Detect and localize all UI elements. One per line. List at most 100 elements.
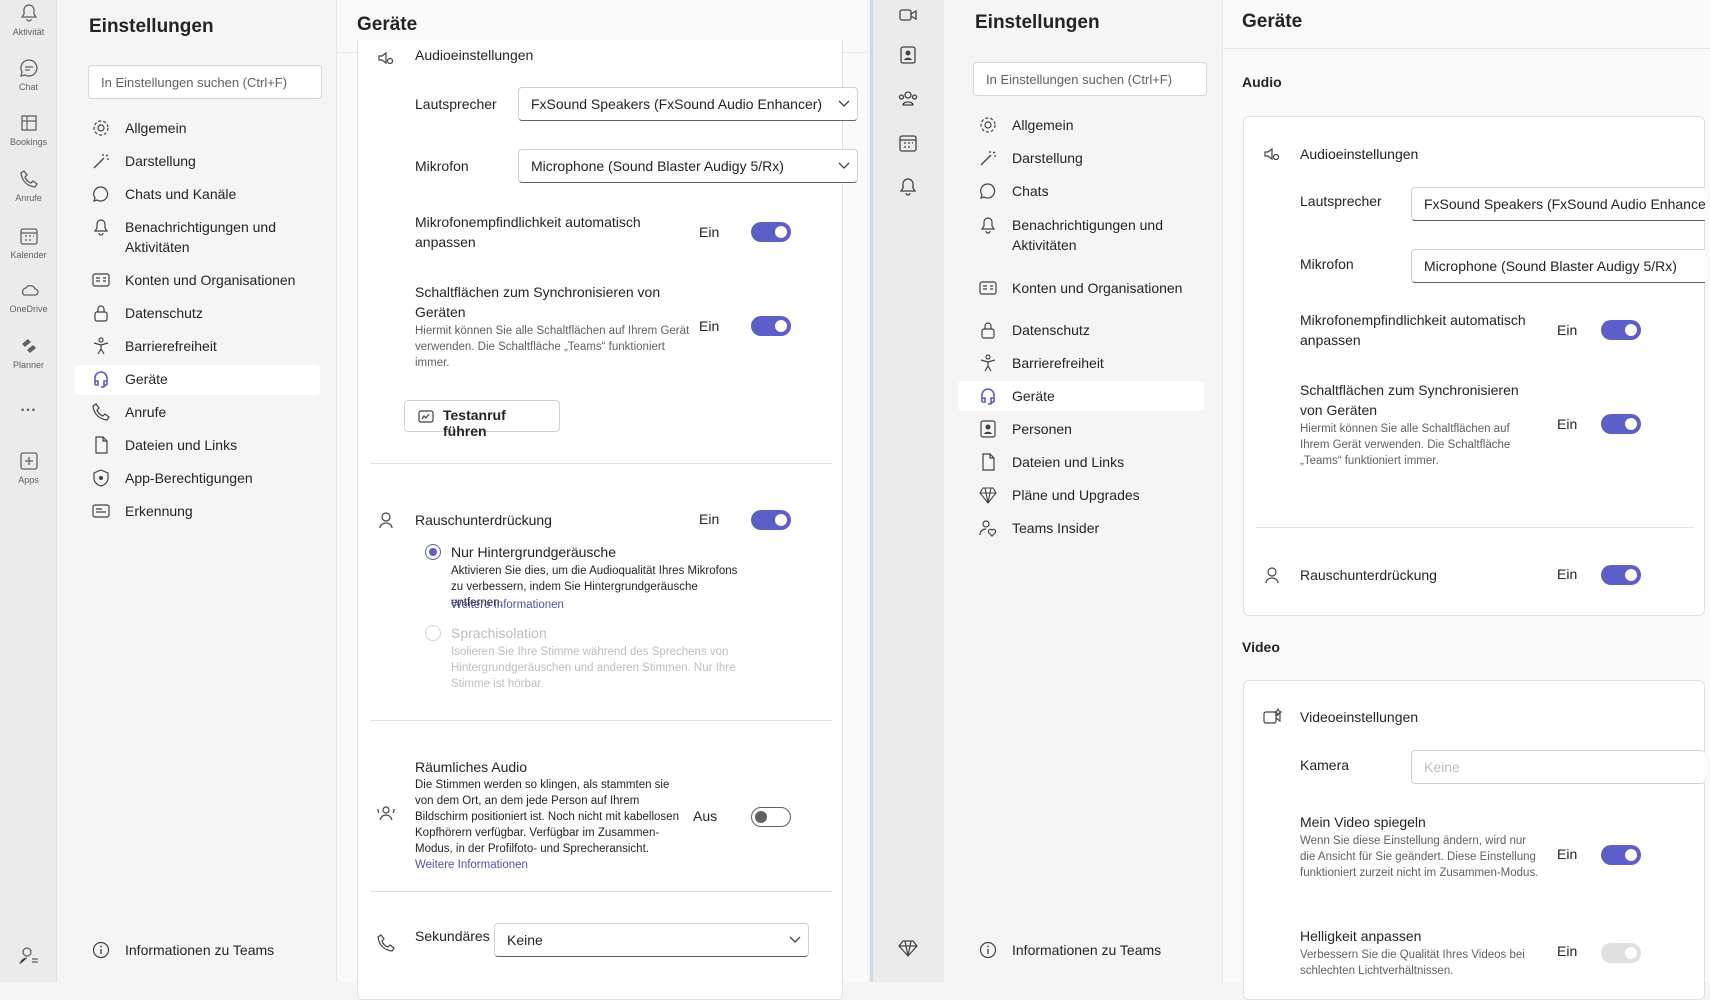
- secondary-ringer-dropdown[interactable]: Keine: [494, 923, 809, 957]
- test-call-icon: [418, 410, 434, 423]
- more-apps-icon[interactable]: ...: [0, 398, 57, 416]
- secondary-ringer-label: Sekundäres: [415, 928, 490, 944]
- speaker-value: FxSound Speakers (FxSound Audio Enhancer…: [531, 96, 823, 112]
- brightness-toggle[interactable]: [1601, 943, 1641, 963]
- contacts-icon[interactable]: [897, 44, 919, 66]
- nav-item-geraete[interactable]: Geräte: [958, 381, 1204, 411]
- sync-toggle[interactable]: [751, 316, 791, 336]
- nav-item-konten[interactable]: Konten und Organisationen: [91, 270, 306, 290]
- mic-dropdown[interactable]: Microphone (Sound Blaster Audigy 5/Rx): [1411, 249, 1705, 283]
- noise-state: Ein: [699, 511, 720, 527]
- brightness-state: Ein: [1557, 943, 1578, 959]
- mirror-toggle[interactable]: [1601, 845, 1641, 865]
- chat-icon: [980, 183, 996, 199]
- settings-title: Einstellungen: [89, 16, 214, 37]
- rail-calendar[interactable]: Kalender: [0, 225, 57, 260]
- nav-item-benachrichtigungen[interactable]: Benachrichtigungen und Aktivitäten: [91, 217, 306, 257]
- nav-item-allgemein[interactable]: Allgemein: [91, 118, 306, 138]
- spatial-audio-icon: [377, 806, 395, 821]
- rail-calls[interactable]: Anrufe: [0, 168, 57, 203]
- page-title: Geräte: [357, 14, 418, 35]
- noise-suppression-icon: [379, 512, 393, 529]
- nav-item-konten[interactable]: Konten und Organisationen: [978, 278, 1208, 298]
- sync-buttons-label: Schaltflächen zum Synchronisieren von Ge…: [415, 284, 661, 320]
- nav-item-erkennung[interactable]: Erkennung: [91, 501, 306, 521]
- nav-item-label: App-Berechtigungen: [125, 470, 253, 486]
- brightness-label: Helligkeit anpassen: [1300, 928, 1422, 944]
- about-teams-link[interactable]: Informationen zu Teams: [978, 940, 1208, 960]
- devices-page-left: Geräte Audioeinstellungen Lautsprecher F…: [337, 0, 867, 1000]
- nav-item-label: Konten und Organisationen: [1012, 280, 1183, 296]
- nav-item-datenschutz[interactable]: Datenschutz: [978, 320, 1208, 340]
- phone-icon: [92, 403, 110, 421]
- auto-adjust-toggle[interactable]: [1601, 320, 1641, 340]
- noise-label: Rauschunterdrückung: [1300, 567, 1437, 583]
- nav-item-personen[interactable]: Personen: [978, 419, 1208, 439]
- settings-search-input[interactable]: In Einstellungen suchen (Ctrl+F): [973, 62, 1207, 96]
- spatial-more-link[interactable]: Weitere: [415, 859, 454, 871]
- mic-dropdown[interactable]: Microphone (Sound Blaster Audigy 5/Rx): [518, 149, 858, 183]
- chat-icon: [19, 59, 37, 77]
- rail-bookings[interactable]: Bookings: [0, 112, 57, 147]
- person-heart-icon: [979, 520, 997, 537]
- nav-item-teams-insider[interactable]: Teams Insider: [978, 518, 1208, 538]
- speaker-dropdown[interactable]: FxSound Speakers (FxSound Audio Enhancer…: [518, 87, 858, 121]
- nav-item-barrierefreiheit[interactable]: Barrierefreiheit: [978, 353, 1208, 373]
- app-rail-right: [870, 0, 944, 982]
- test-call-button[interactable]: Testanruf führen: [404, 400, 560, 439]
- rail-apps[interactable]: Apps: [0, 450, 57, 485]
- nav-item-geraete[interactable]: Geräte: [75, 365, 320, 395]
- nav-item-benachrichtigungen[interactable]: Benachrichtigungen und Aktivitäten: [978, 215, 1208, 255]
- rail-planner[interactable]: Planner: [0, 335, 57, 370]
- devices-page-right: Geräte Audio Audioeinstellungen Lautspre…: [1222, 0, 1710, 1000]
- sync-toggle[interactable]: [1601, 414, 1641, 434]
- nav-item-barrierefreiheit[interactable]: Barrierefreiheit: [91, 336, 306, 356]
- speaker-label: Lautsprecher: [1300, 193, 1382, 209]
- bookings-icon: [20, 115, 37, 131]
- auto-adjust-toggle[interactable]: [751, 222, 791, 242]
- rail-onedrive[interactable]: OneDrive: [0, 279, 57, 314]
- more-info-link[interactable]: Weitere Informationen: [451, 597, 564, 613]
- video-icon[interactable]: [897, 4, 919, 26]
- nav-item-anrufe[interactable]: Anrufe: [91, 402, 306, 422]
- bell-icon[interactable]: [897, 176, 919, 198]
- speaker-dropdown[interactable]: FxSound Speakers (FxSound Audio Enhance: [1411, 187, 1705, 221]
- nav-item-datenschutz[interactable]: Datenschutz: [91, 303, 306, 323]
- nav-item-app-berechtigungen[interactable]: App-Berechtigungen: [91, 468, 306, 488]
- nav-item-allgemein[interactable]: Allgemein: [978, 115, 1208, 135]
- nav-item-label: Pläne und Upgrades: [1012, 487, 1140, 503]
- nav-item-dateien[interactable]: Dateien und Links: [91, 435, 306, 455]
- noise-toggle[interactable]: [1601, 565, 1641, 585]
- settings-search-input[interactable]: In Einstellungen suchen (Ctrl+F): [88, 65, 322, 99]
- mirror-video-label: Mein Video spiegeln: [1300, 814, 1426, 830]
- spatial-state: Aus: [693, 808, 718, 824]
- camera-dropdown[interactable]: Keine: [1411, 750, 1705, 784]
- teams-icon[interactable]: [897, 88, 919, 110]
- cloud-icon: [21, 284, 39, 296]
- video-settings-label: Videoeinstellungen: [1300, 709, 1419, 725]
- nav-item-chats[interactable]: Chats: [978, 181, 1208, 201]
- diamond-icon[interactable]: [897, 937, 919, 959]
- noise-toggle[interactable]: [751, 510, 791, 530]
- speaker-label: Lautsprecher: [415, 96, 497, 112]
- rail-label: Apps: [18, 475, 39, 485]
- chevron-down-icon: [838, 162, 850, 169]
- spatial-toggle[interactable]: [751, 807, 791, 827]
- chat-icon: [93, 186, 109, 202]
- nav-item-dateien[interactable]: Dateien und Links: [978, 452, 1208, 472]
- nav-item-darstellung[interactable]: Darstellung: [978, 148, 1208, 168]
- spatial-more-link-2[interactable]: Informationen: [458, 859, 528, 871]
- rail-account[interactable]: [0, 945, 57, 970]
- radio-voice-isolation[interactable]: [425, 625, 441, 641]
- calendar-icon[interactable]: [897, 132, 919, 154]
- nav-item-plaene[interactable]: Pläne und Upgrades: [978, 485, 1208, 505]
- nav-item-label: Darstellung: [125, 153, 196, 169]
- radio-background-noise[interactable]: [425, 544, 441, 560]
- nav-item-darstellung[interactable]: Darstellung: [91, 151, 306, 171]
- sync-buttons-label: Schaltflächen zum Synchronisieren von Ge…: [1300, 382, 1519, 418]
- about-teams-link[interactable]: Informationen zu Teams: [91, 940, 306, 960]
- rail-chat[interactable]: Chat: [0, 57, 57, 92]
- rail-activity[interactable]: Aktivität: [0, 2, 57, 37]
- nav-item-chats-kanaele[interactable]: Chats und Kanäle: [91, 184, 306, 204]
- nav-item-label: Dateien und Links: [125, 437, 238, 453]
